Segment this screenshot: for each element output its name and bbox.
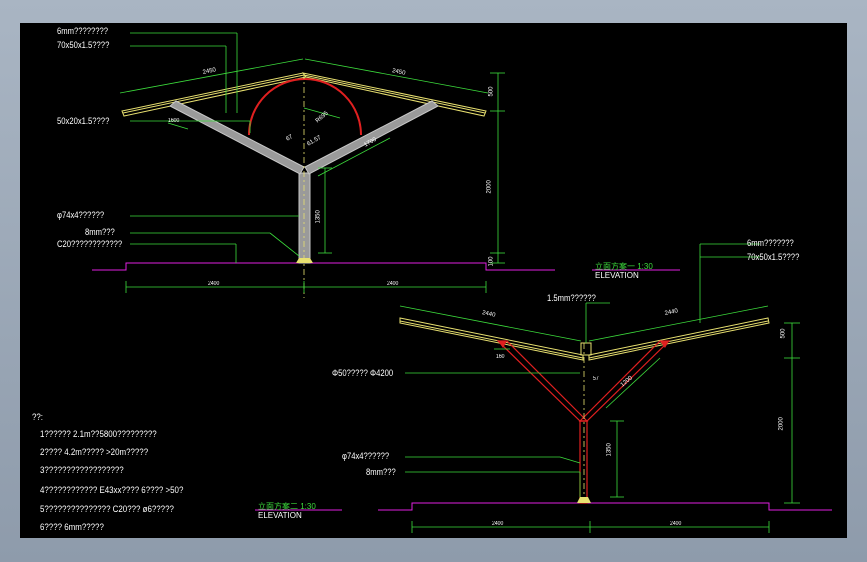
e2-label-column: φ74x4?????? (342, 451, 390, 461)
cad-drawing (92, 32, 832, 533)
column (298, 172, 311, 264)
drawing-canvas[interactable]: 6mm???????? 70x50x1.5???? 50x20x1.5???? … (20, 23, 847, 538)
e1-title-en: ELEVATION (595, 271, 639, 280)
bracket2-right (660, 341, 669, 348)
note-3: 3?????????????????? (40, 465, 124, 475)
e1-dim-base: 100 (488, 256, 495, 267)
roof-line-left (122, 74, 305, 114)
e2-dim-top: 500 (780, 328, 787, 339)
e2-dim-small: 160 (496, 354, 505, 360)
roof2-hub (580, 342, 592, 356)
roof2-line-left (399, 320, 584, 359)
e1-dim-column: 1350 (315, 210, 322, 224)
e1-label-foundation: C20???????????? (57, 239, 123, 249)
note-4: 4???????????? E43xx???? 6???? >50? (40, 485, 184, 495)
e2-dim-angle: 57 (593, 376, 599, 382)
roof-line-right (303, 74, 486, 114)
e2-title-en: ELEVATION (258, 511, 302, 520)
e2-dim-right-base: 2400 (670, 521, 682, 527)
e1-label-plate: 8mm??? (85, 227, 115, 237)
column-2 (579, 420, 588, 504)
e2-dim-column: 1350 (606, 443, 613, 457)
note-5: 5??????????????? C20??? ø6????? (40, 504, 174, 514)
e2-label-roof-panel: 6mm??????? (747, 238, 794, 248)
ground-line-2 (378, 502, 832, 511)
e1-dim-right-base: 2400 (387, 281, 399, 287)
roof-panel-left (121, 72, 307, 117)
e2-label-plate: 8mm??? (366, 467, 396, 477)
e1-label-brace: 50x20x1.5???? (57, 116, 110, 126)
e1-label-column: φ74x4?????? (57, 210, 105, 220)
e2-dim-total: 2000 (778, 417, 785, 431)
e1-dim-total: 2000 (486, 180, 493, 194)
e1-dim-left-base: 2400 (208, 281, 220, 287)
e2-label-pipe: Φ50????? Φ4200 (332, 368, 394, 378)
roof2-line-right (588, 320, 769, 359)
e1-dim-top: 500 (488, 86, 495, 97)
base-plate-2 (577, 497, 591, 503)
e2-dim-left-base: 2400 (492, 521, 504, 527)
e1-dim-arm-left: 1600 (168, 118, 180, 124)
e2-label-purlin: 70x50x1.5???? (747, 252, 800, 262)
e2-label-sheet: 1.5mm?????? (547, 293, 596, 303)
support-arc (248, 78, 362, 136)
note-2: 2???? 4.2m????? >20m????? (40, 447, 149, 457)
e1-label-roof-panel: 6mm???????? (57, 26, 109, 36)
note-1: 1?????? 2.1m??5800????????? (40, 429, 157, 439)
note-6: 6???? 6mm????? (40, 522, 104, 532)
notes-heading: ??: (32, 412, 44, 422)
e1-label-purlin: 70x50x1.5???? (57, 40, 110, 50)
